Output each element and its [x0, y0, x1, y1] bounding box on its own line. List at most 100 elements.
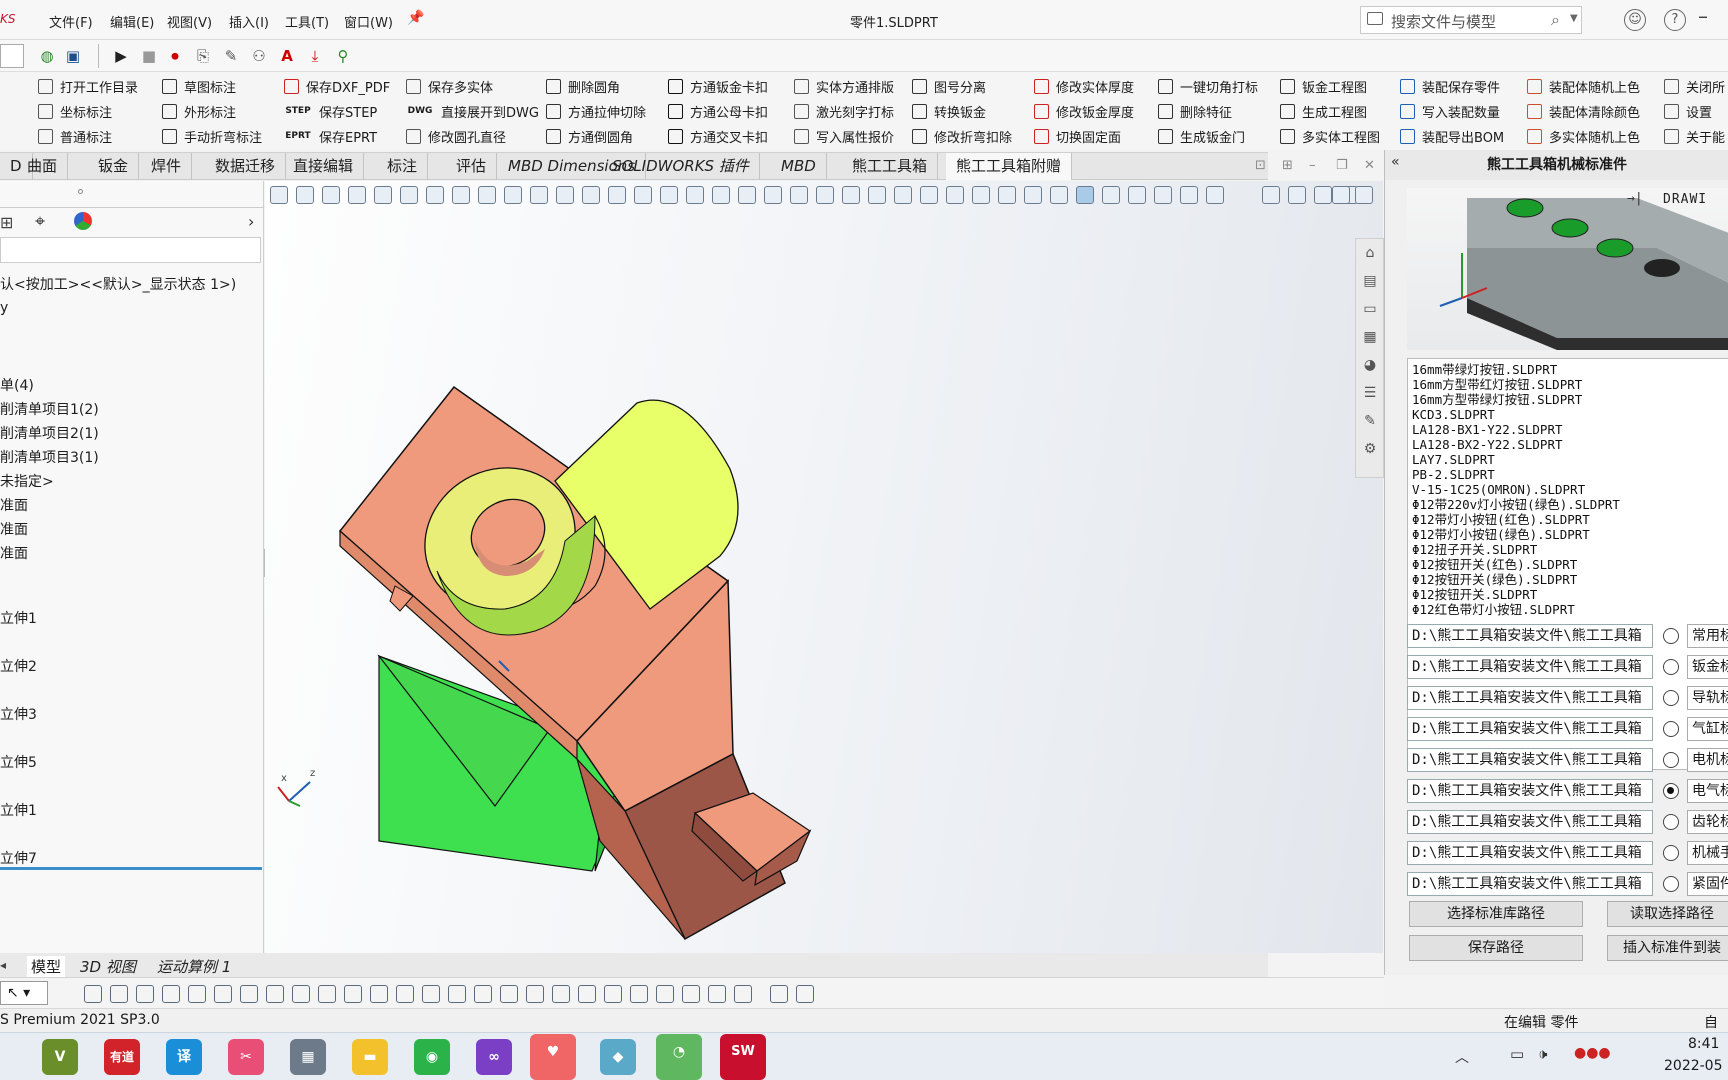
- command-assembly-color-row1[interactable]: 装配体随机上色: [1527, 74, 1640, 98]
- view-tool-box-icon[interactable]: [712, 186, 730, 204]
- category-label[interactable]: 电机标: [1687, 748, 1728, 772]
- pin-icon[interactable]: 📌: [407, 10, 424, 26]
- tray-app-icon[interactable]: ●●●: [1574, 1045, 1611, 1061]
- view-tool-box-icon[interactable]: [660, 186, 678, 204]
- sketch-tool-icon[interactable]: [84, 985, 102, 1003]
- sketch-tool-icon[interactable]: [796, 985, 814, 1003]
- tree-item[interactable]: 立伸7: [0, 848, 37, 868]
- tab-6[interactable]: 直接编辑: [283, 153, 365, 180]
- view-tool-box-icon[interactable]: [608, 186, 626, 204]
- design-library-icon[interactable]: ▤: [1360, 271, 1380, 291]
- tile-icon[interactable]: ⊞: [1282, 158, 1293, 173]
- app-icon-visual-studio[interactable]: ∞: [476, 1039, 512, 1075]
- users-icon[interactable]: ⚇: [248, 45, 270, 67]
- minimize-icon[interactable]: –: [1698, 4, 1708, 28]
- edit-macro-icon[interactable]: ✎: [220, 45, 242, 67]
- view-tool-box-icon[interactable]: [764, 186, 782, 204]
- sketch-tool-icon[interactable]: [500, 985, 518, 1003]
- tab-10[interactable]: SOLIDWORKS 插件: [602, 153, 760, 180]
- command-tube-layout-row2[interactable]: 激光刻字打标: [794, 99, 894, 123]
- view-tool-box-icon[interactable]: [374, 186, 392, 204]
- sketch-tool-icon[interactable]: [770, 985, 788, 1003]
- library-path-field[interactable]: D:\熊工工具箱安装文件\熊工工具箱: [1407, 872, 1653, 896]
- sketch-tool-icon[interactable]: [162, 985, 180, 1003]
- graphics-viewport[interactable]: x z: [265, 181, 1383, 953]
- sketch-tool-icon[interactable]: [292, 985, 310, 1003]
- tools-icon[interactable]: ✎: [1360, 411, 1380, 431]
- user-icon[interactable]: ☺: [1624, 9, 1646, 31]
- view-tool-zoom-icon[interactable]: [1024, 186, 1042, 204]
- sketch-tool-icon[interactable]: [136, 985, 154, 1003]
- sketch-tool-icon[interactable]: [630, 985, 648, 1003]
- command-modify-thickness-row2[interactable]: 修改钣金厚度: [1034, 99, 1134, 123]
- search-input[interactable]: 搜索文件与模型: [1391, 11, 1496, 32]
- view-tool-box-icon[interactable]: [1262, 186, 1280, 204]
- view-tool-zoom-icon[interactable]: [998, 186, 1016, 204]
- menu-file[interactable]: 文件(F): [49, 12, 93, 31]
- command-tube-tab-row3[interactable]: 方通交叉卡扣: [668, 124, 768, 148]
- select-tool-dropdown[interactable]: ↖ ▾: [0, 981, 48, 1005]
- category-radio[interactable]: [1663, 628, 1679, 644]
- category-label[interactable]: 钣金标: [1687, 655, 1728, 679]
- tab-3[interactable]: 钣金: [88, 153, 140, 180]
- command-save-multibody-row2[interactable]: DWG 直接展开到DWG: [406, 99, 539, 123]
- stop-icon[interactable]: ■: [138, 45, 160, 67]
- command-modify-thickness-row3[interactable]: 切换固定面: [1034, 124, 1121, 148]
- record-icon[interactable]: ⏺: [164, 45, 186, 67]
- tab-3d-view[interactable]: 3D 视图: [80, 956, 136, 977]
- command-tube-layout-row3[interactable]: 写入属性报价: [794, 124, 894, 148]
- text-a-icon[interactable]: A: [276, 45, 298, 67]
- category-radio[interactable]: [1663, 690, 1679, 706]
- tree-item[interactable]: y: [0, 300, 8, 316]
- sketch-tool-icon[interactable]: [474, 985, 492, 1003]
- view-tool-box-icon[interactable]: [972, 186, 990, 204]
- tab-7[interactable]: 标注: [377, 153, 429, 180]
- view-tool-box-icon[interactable]: [842, 186, 860, 204]
- view-tool-box-icon[interactable]: [530, 186, 548, 204]
- chevron-right-icon[interactable]: ›: [248, 212, 254, 231]
- command-save-multibody-row1[interactable]: 保存多实体: [406, 74, 493, 98]
- view-tool-box-icon[interactable]: [1050, 186, 1068, 204]
- config-manager-icon[interactable]: ⊞: [0, 213, 13, 232]
- file-list-item[interactable]: Φ12带灯小按钮(红色).SLDPRT: [1412, 512, 1590, 527]
- view-tool-box-icon[interactable]: [1154, 186, 1172, 204]
- tree-item[interactable]: 立伸5: [0, 752, 37, 772]
- library-path-field[interactable]: D:\熊工工具箱安装文件\熊工工具箱: [1407, 748, 1653, 772]
- sketch-tool-icon[interactable]: [604, 985, 622, 1003]
- command-close-row3[interactable]: 关于能: [1664, 124, 1725, 148]
- app-icon-notepad[interactable]: V: [42, 1039, 78, 1075]
- view-tool-box-icon[interactable]: [582, 186, 600, 204]
- command-open-workdir-row1[interactable]: 打开工作目录: [38, 74, 138, 98]
- sketch-tool-icon[interactable]: [422, 985, 440, 1003]
- tree-item[interactable]: 单(4): [0, 375, 34, 395]
- command-modify-thickness-row1[interactable]: 修改实体厚度: [1034, 74, 1134, 98]
- command-assembly-save-row1[interactable]: 装配保存零件: [1400, 74, 1500, 98]
- category-label[interactable]: 电气标: [1687, 779, 1728, 803]
- category-radio[interactable]: [1663, 814, 1679, 830]
- command-save-export-row1[interactable]: 保存DXF_PDF: [284, 74, 390, 98]
- category-radio[interactable]: [1663, 845, 1679, 861]
- menu-window[interactable]: 窗口(W): [344, 12, 393, 31]
- command-delete-fillet-row2[interactable]: 方通拉伸切除: [546, 99, 646, 123]
- save-icon[interactable]: ▣: [62, 45, 84, 67]
- view-palette-icon[interactable]: ▦: [1360, 327, 1380, 347]
- command-open-workdir-row2[interactable]: 坐标标注: [38, 99, 112, 123]
- select-library-path-button[interactable]: 选择标准库路径: [1409, 901, 1583, 927]
- filter-input[interactable]: [0, 237, 261, 263]
- view-tool-sum-icon[interactable]: [296, 186, 314, 204]
- display-manager-icon[interactable]: [74, 212, 92, 230]
- appearances-icon[interactable]: ◕: [1360, 355, 1380, 375]
- tab-13[interactable]: 熊工工具箱附赠: [946, 153, 1073, 180]
- app-icon-translate[interactable]: 译: [166, 1039, 202, 1075]
- view-tool-box-icon[interactable]: [400, 186, 418, 204]
- save-path-button[interactable]: 保存路径: [1409, 935, 1583, 961]
- command-sketch-dim-row2[interactable]: 外形标注: [162, 99, 236, 123]
- command-tube-layout-row1[interactable]: 实体方通排版: [794, 74, 894, 98]
- command-assembly-color-row2[interactable]: 装配体清除颜色: [1527, 99, 1640, 123]
- command-sheet-drawing-row3[interactable]: 多实体工程图: [1280, 124, 1380, 148]
- pdf-icon[interactable]: ⤓: [304, 45, 326, 67]
- tree-item[interactable]: 削清单项目1(2): [0, 399, 99, 419]
- menu-view[interactable]: 视图(V): [167, 12, 212, 31]
- close-icon[interactable]: ✕: [1364, 158, 1375, 173]
- file-list-item[interactable]: Φ12按钮开关.SLDPRT: [1412, 587, 1537, 602]
